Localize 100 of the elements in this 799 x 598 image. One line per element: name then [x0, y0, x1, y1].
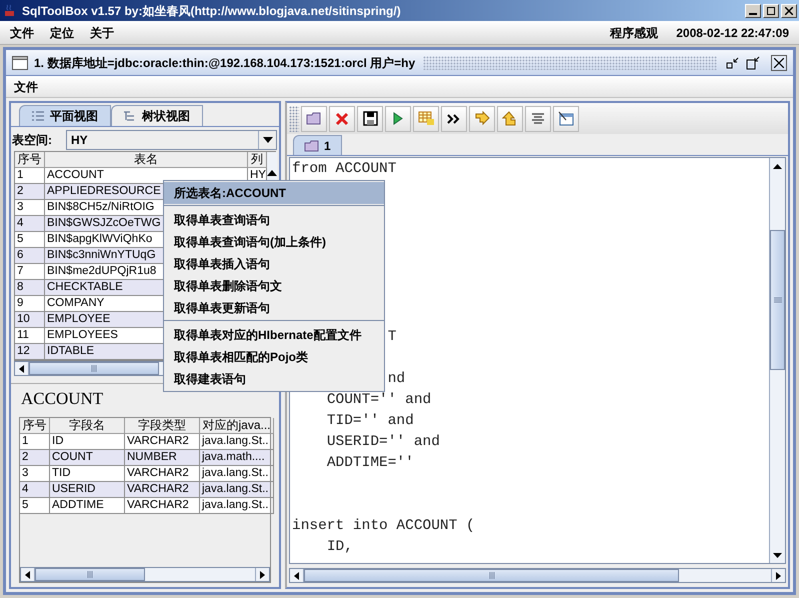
maximize-button[interactable] [745, 54, 761, 70]
table-cell: 7 [17, 265, 24, 277]
menu-item[interactable]: 取得单表对应的HIbernate配置文件 [164, 324, 384, 346]
scroll-down-icon [773, 552, 782, 558]
table-cell: 1 [22, 435, 28, 447]
table-cell: 5 [17, 233, 24, 245]
table-cell: 4 [17, 217, 24, 229]
maximize-icon [746, 56, 760, 70]
align-center-icon [531, 112, 545, 126]
datetime: 2008-02-12 22:47:09 [676, 24, 789, 42]
vertical-scrollbar[interactable] [769, 158, 785, 563]
menu-item[interactable]: 取得单表查询语句 [164, 209, 384, 231]
scroll-up-icon [267, 170, 277, 176]
table-cell: TID [52, 467, 71, 479]
table-cell: VARCHAR2 [127, 499, 189, 511]
table-cell: BIN$c3nniWnYTUqG [47, 249, 156, 261]
table-cell: ADDTIME [52, 499, 104, 511]
folder-icon [306, 112, 322, 125]
table-cell: CHECKTABLE [47, 281, 123, 293]
scroll-up-icon [773, 164, 782, 168]
toolbar-button[interactable] [441, 106, 467, 132]
table-cell: 9 [17, 297, 24, 309]
table-cell: java.lang.St.. [202, 483, 268, 495]
table-cell: VARCHAR2 [127, 483, 189, 495]
play-icon [393, 112, 403, 125]
table-cell: COMPANY [47, 297, 104, 309]
table-cell: BIN$apgKlWViQhKo [47, 233, 152, 245]
arrow-down-right-icon [474, 110, 490, 126]
table-cell: ACCOUNT [47, 169, 104, 181]
arrow-up-left-icon [502, 110, 518, 126]
toolbar-button[interactable] [357, 106, 383, 132]
horizontal-scrollbar[interactable] [289, 568, 786, 583]
menu-item[interactable]: 程序感观 [610, 24, 658, 42]
inner-window-title: 1. 数据库地址=jdbc:oracle:thin:@192.168.104.173:1521:orcl 用户=hy [34, 54, 416, 72]
scroll-left-icon [25, 570, 30, 578]
table-cell: BIN$me2dUPQjR1u8 [47, 265, 156, 277]
table-cell: 6 [17, 249, 24, 261]
maximize-button[interactable] [763, 4, 779, 18]
list-icon [32, 111, 44, 121]
menu-item[interactable]: 取得单表插入语句 [164, 253, 384, 275]
table-cell: HY [250, 169, 266, 181]
table-cell: java.lang.St.. [202, 467, 268, 479]
close-button[interactable] [771, 54, 787, 70]
table-cell: BIN$8CH5z/NiRtOIG [47, 201, 154, 213]
table-cell: java.lang.St.. [202, 435, 268, 447]
window-edit-icon [558, 111, 574, 126]
table-cell: 5 [22, 499, 28, 511]
table-cell: BIN$GWSJZcOeTWG [47, 217, 161, 229]
grip-icon [488, 572, 494, 579]
menu-item[interactable]: 取得单表删除语句文 [164, 275, 384, 297]
close-icon [774, 58, 784, 68]
window-title: SqlToolBox v1.57 by:如坐春风(http://www.blogjava.net/sitinspring/) [22, 2, 401, 20]
table-cell: 3 [22, 467, 28, 479]
table-cell: ID [52, 435, 64, 447]
menu-item[interactable]: 定位 [50, 24, 74, 42]
folder-icon [304, 140, 319, 152]
grip-icon [774, 297, 782, 303]
table-cell: java.math.... [202, 451, 265, 463]
table-cell: 1 [17, 169, 24, 181]
selected-table-name: ACCOUNT [21, 389, 104, 409]
table-cell: 11 [17, 329, 29, 341]
tablespace-dropdown[interactable]: HY [66, 130, 277, 150]
editor-tab[interactable]: 1 [293, 135, 342, 155]
table-cell: 4 [22, 483, 28, 495]
menu-item[interactable]: 取得建表语句 [164, 368, 384, 390]
menu-item[interactable]: 取得单表相匹配的Pojo类 [164, 346, 384, 368]
table-cell: VARCHAR2 [127, 467, 189, 479]
table-cell: 8 [17, 281, 24, 293]
scroll-right-icon [776, 572, 781, 580]
toolbar-button[interactable] [385, 106, 411, 132]
minimize-button[interactable] [745, 4, 761, 18]
menu-item[interactable]: 关于 [90, 24, 114, 42]
tablespace-label: 表空间: [12, 132, 53, 149]
grip-icon [91, 365, 97, 372]
save-icon [362, 111, 378, 126]
table-cell: 2 [22, 451, 28, 463]
table-cell: IDTABLE [47, 345, 94, 357]
double-chevron-icon [447, 114, 461, 124]
menu-item[interactable]: 取得单表更新语句 [164, 297, 384, 319]
horizontal-scrollbar[interactable] [20, 567, 270, 582]
view-tab[interactable]: 树状视图 [111, 105, 203, 126]
menu-item[interactable]: 文件 [10, 24, 34, 42]
view-tab[interactable]: 平面视图 [19, 105, 111, 126]
grip-icon [87, 571, 93, 578]
table-cell: java.lang.St.. [202, 499, 268, 511]
table-cell: EMPLOYEES [47, 329, 118, 341]
menu-item[interactable]: 所选表名:ACCOUNT [164, 182, 384, 204]
scroll-left-icon [19, 364, 24, 372]
toolbar-button[interactable] [525, 106, 551, 132]
scroll-left-icon [294, 572, 299, 580]
menu-item[interactable]: 取得单表查询语句(加上条件) [164, 231, 384, 253]
iconify-button[interactable] [725, 54, 741, 70]
close-icon [785, 6, 793, 14]
table-cell: APPLIEDRESOURCE [47, 185, 161, 197]
close-icon [335, 112, 349, 126]
scroll-right-icon [260, 570, 265, 578]
table-icon [418, 111, 434, 126]
dropdown-arrow-icon [262, 137, 272, 143]
table-cell: 3 [17, 201, 24, 213]
menu-item[interactable]: 文件 [14, 78, 38, 96]
